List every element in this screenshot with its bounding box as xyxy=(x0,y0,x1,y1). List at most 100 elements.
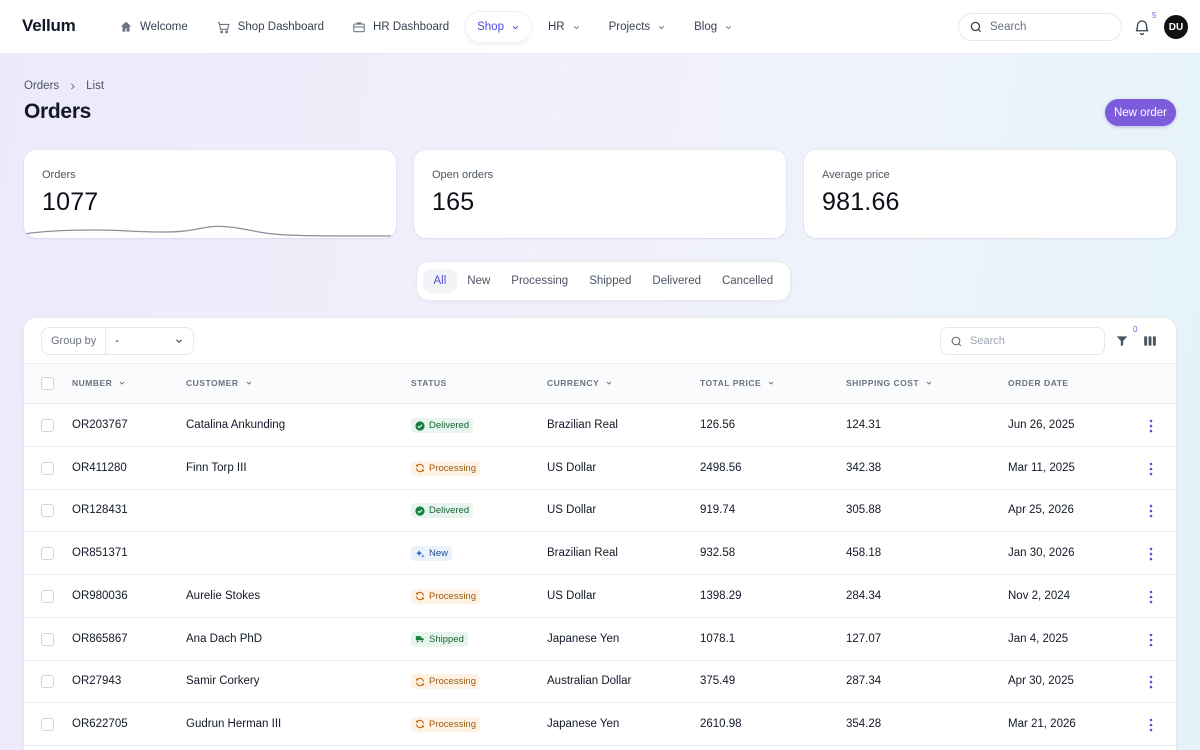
tab-shipped[interactable]: Shipped xyxy=(579,269,642,293)
chevron-down-icon xyxy=(768,381,774,385)
total-price: 1398.29 xyxy=(700,589,742,602)
more-vertical-icon[interactable] xyxy=(1149,419,1153,433)
row-checkbox[interactable] xyxy=(41,632,54,646)
tab-all[interactable]: All xyxy=(423,269,457,293)
row-checkbox[interactable] xyxy=(41,589,54,603)
more-vertical-icon[interactable] xyxy=(1149,547,1153,561)
row-checkbox[interactable] xyxy=(41,547,54,561)
new-order-button[interactable]: New order xyxy=(1105,99,1176,126)
row-checkbox[interactable] xyxy=(41,461,54,475)
nav-item-hr[interactable]: HR xyxy=(537,12,592,42)
status-badge: Processing xyxy=(411,588,480,604)
more-vertical-icon[interactable] xyxy=(1149,718,1153,732)
orders-table-panel: Group by - Search 0 Number Customer Status… xyxy=(24,318,1176,750)
table-search-placeholder: Search xyxy=(970,335,1005,347)
order-number[interactable]: OR203767 xyxy=(72,419,128,431)
order-number[interactable]: OR980036 xyxy=(72,590,128,602)
total-price: 2498.56 xyxy=(700,461,742,474)
nav-item-label: Welcome xyxy=(140,21,188,33)
shipping-cost: 124.31 xyxy=(846,419,882,431)
customer-name: Ana Dach PhD xyxy=(186,632,263,645)
stat-card-open-orders: Open orders 165 xyxy=(414,150,786,238)
total-price: 919.74 xyxy=(700,504,736,517)
group-by-select[interactable]: Group by - xyxy=(41,327,194,355)
order-date: Mar 21, 2026 xyxy=(1008,717,1076,730)
check-circle-icon xyxy=(415,506,425,516)
page-title: Orders xyxy=(24,100,92,123)
table-row[interactable]: OR622705 Gudrun Herman III Processing Japan… xyxy=(24,703,1176,746)
order-number[interactable]: OR851371 xyxy=(72,547,128,559)
status-label: Processing xyxy=(429,718,476,730)
more-vertical-icon[interactable] xyxy=(1149,504,1153,518)
status-badge: Processing xyxy=(411,716,480,732)
brand-logo[interactable]: Vellum xyxy=(22,16,76,36)
column-header-order-date: Order date xyxy=(1008,378,1069,388)
nav-item-projects[interactable]: Projects xyxy=(598,12,678,42)
refresh-icon xyxy=(416,463,424,473)
nav-item-hr-dashboard[interactable]: HR Dashboard xyxy=(341,12,460,42)
column-header-total-price[interactable]: Total price xyxy=(700,378,775,388)
more-vertical-icon[interactable] xyxy=(1149,633,1153,647)
order-number[interactable]: OR622705 xyxy=(72,718,128,730)
row-checkbox[interactable] xyxy=(41,675,54,689)
column-header-number[interactable]: Number xyxy=(72,378,126,388)
order-number[interactable]: OR411280 xyxy=(72,462,127,474)
group-by-value[interactable]: - xyxy=(106,335,193,347)
table-row[interactable]: OR980036 Aurelie Stokes Processing US Dolla… xyxy=(24,575,1176,618)
cart-icon xyxy=(216,20,231,35)
global-search-input[interactable]: Search xyxy=(958,13,1122,41)
table-row[interactable]: OR27943 Samir Corkery Processing Australian… xyxy=(24,660,1176,704)
shipping-cost: 458.18 xyxy=(846,547,882,560)
stat-value: 981.66 xyxy=(822,188,900,216)
filter-icon[interactable] xyxy=(1115,334,1129,348)
order-number[interactable]: OR128431 xyxy=(72,504,128,516)
row-checkbox[interactable] xyxy=(41,504,54,518)
nav-item-welcome[interactable]: Welcome xyxy=(108,12,199,42)
order-date: Apr 30, 2025 xyxy=(1008,675,1074,688)
table-row[interactable]: OR411280 Finn Torp III Processing US Dollar… xyxy=(24,447,1176,490)
bell-icon[interactable] xyxy=(1133,18,1151,36)
shipping-cost: 305.88 xyxy=(846,504,882,517)
more-vertical-icon[interactable] xyxy=(1149,462,1153,476)
currency: Japanese Yen xyxy=(547,632,620,645)
column-header-label: Customer xyxy=(186,378,239,388)
select-all-checkbox[interactable] xyxy=(41,377,54,390)
status-label: Processing xyxy=(429,462,476,474)
table-row[interactable]: OR865867 Ana Dach PhD Shipped Japanese Yen 1… xyxy=(24,618,1176,661)
nav-item-blog[interactable]: Blog xyxy=(683,12,744,42)
stat-label: Average price xyxy=(822,169,890,181)
order-number[interactable]: OR27943 xyxy=(72,675,121,687)
currency: US Dollar xyxy=(547,589,597,602)
column-header-customer[interactable]: Customer xyxy=(186,378,253,388)
more-vertical-icon[interactable] xyxy=(1149,590,1153,604)
column-header-currency[interactable]: Currency xyxy=(547,378,613,388)
breadcrumb-orders[interactable]: Orders xyxy=(24,80,59,92)
row-checkbox[interactable] xyxy=(41,717,54,731)
shipping-cost: 342.38 xyxy=(846,461,882,474)
tab-processing[interactable]: Processing xyxy=(501,269,579,293)
table-row[interactable]: OR851371 New Brazilian Real 932.58 458.18 Jan… xyxy=(24,532,1176,576)
status-badge: Shipped xyxy=(411,631,468,647)
row-checkbox[interactable] xyxy=(41,419,54,432)
table-row[interactable]: OR203767 Catalina Ankunding Delivered Brazi… xyxy=(24,404,1176,447)
chevron-down-icon xyxy=(659,25,665,29)
tab-cancelled[interactable]: Cancelled xyxy=(711,269,783,293)
briefcase-icon xyxy=(352,20,366,34)
nav-item-shop[interactable]: Shop xyxy=(466,12,531,42)
columns-icon[interactable] xyxy=(1143,334,1157,348)
nav-item-shop-dashboard[interactable]: Shop Dashboard xyxy=(205,12,335,42)
orders-sparkline xyxy=(24,225,396,237)
tab-new[interactable]: New xyxy=(457,269,501,293)
table-search-input[interactable]: Search xyxy=(940,327,1105,355)
breadcrumb-list: List xyxy=(86,80,105,92)
table-row[interactable]: OR128431 Delivered US Dollar 919.74 305.88 Ap… xyxy=(24,489,1176,533)
column-header-shipping-cost[interactable]: Shipping cost xyxy=(846,378,933,388)
user-avatar[interactable]: DU xyxy=(1164,15,1188,39)
total-price: 932.58 xyxy=(700,547,736,560)
nav-item-label: HR Dashboard xyxy=(373,21,450,33)
nav-item-label: Shop Dashboard xyxy=(237,21,325,33)
more-vertical-icon[interactable] xyxy=(1149,675,1153,689)
currency: Japanese Yen xyxy=(547,717,620,730)
order-number[interactable]: OR865867 xyxy=(72,633,128,645)
tab-delivered[interactable]: Delivered xyxy=(642,269,712,293)
